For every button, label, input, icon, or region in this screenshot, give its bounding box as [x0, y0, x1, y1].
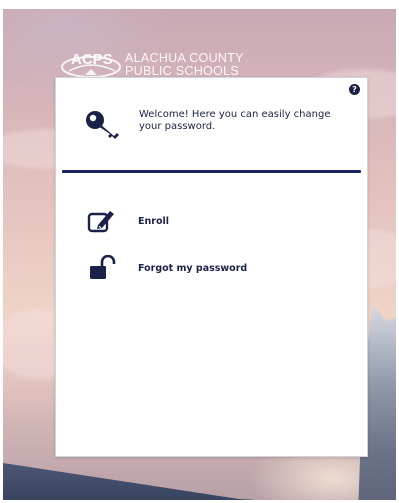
welcome-text: Welcome! Here you can easily change your…: [139, 109, 331, 132]
forgot-password-label: Forgot my password: [138, 262, 248, 274]
enroll-label: Enroll: [138, 215, 169, 227]
password-card: ? Welcome! Here you can easily change yo…: [55, 77, 368, 457]
forgot-password-option[interactable]: Forgot my password: [86, 254, 248, 281]
header-divider: [62, 170, 361, 173]
unlock-icon: [86, 254, 116, 281]
key-icon: [84, 108, 120, 142]
card-header: Welcome! Here you can easily change your…: [56, 78, 367, 174]
edit-icon: [86, 208, 116, 234]
logo-abbr: ACPS: [71, 51, 113, 68]
enroll-option[interactable]: Enroll: [86, 208, 169, 234]
logo-text: ALACHUA COUNTY PUBLIC SCHOOLS: [125, 52, 244, 78]
snow-slope: [3, 463, 396, 500]
